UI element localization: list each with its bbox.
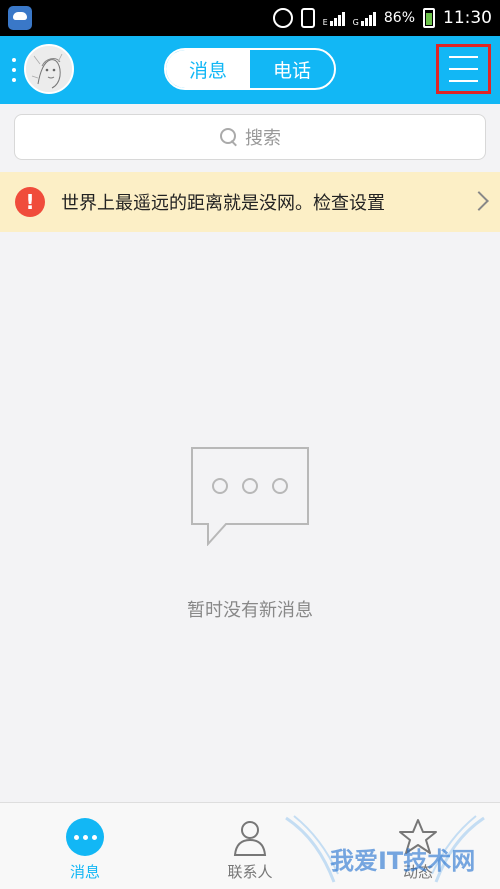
- weather-app-icon: [8, 6, 32, 30]
- search-input[interactable]: 搜索: [14, 114, 486, 160]
- network-notice-banner[interactable]: ! 世界上最遥远的距离就是没网。检查设置: [0, 172, 500, 232]
- signal-icon: [329, 10, 345, 26]
- notice-text: 世界上最遥远的距离就是没网。检查设置: [61, 193, 385, 214]
- tab-messages[interactable]: 消息: [166, 50, 250, 88]
- app-header: 消息 电话: [0, 36, 500, 104]
- more-dots-icon[interactable]: [12, 58, 17, 82]
- network-type-label: G: [352, 18, 359, 27]
- chevron-right-icon: [469, 191, 489, 211]
- chat-bubble-icon: [66, 818, 104, 856]
- alarm-icon: [272, 8, 293, 28]
- bottom-tab-label: 联系人: [227, 863, 273, 881]
- contacts-icon: [233, 821, 267, 856]
- empty-state-text: 暂时没有新消息: [187, 600, 313, 621]
- menu-button[interactable]: [436, 44, 491, 94]
- network-type-label: E: [322, 18, 328, 27]
- clock: 11:30: [443, 8, 492, 28]
- battery-icon: [423, 8, 435, 28]
- hamburger-line: [449, 56, 478, 58]
- status-icons: E G 86% 11:30: [272, 0, 492, 36]
- hamburger-line: [449, 68, 478, 70]
- avatar[interactable]: [24, 44, 74, 94]
- status-bar: E G 86% 11:30: [0, 0, 500, 36]
- battery-percent: 86%: [383, 10, 415, 26]
- search-placeholder: 搜索: [245, 128, 281, 149]
- watermark-text: 我爱IT技术网: [330, 847, 476, 875]
- search-icon: [219, 127, 239, 147]
- warning-icon: !: [15, 187, 45, 217]
- avatar-sketch-icon: [26, 46, 72, 92]
- tab-calls[interactable]: 电话: [250, 50, 334, 88]
- bottom-tab-messages[interactable]: 消息: [35, 817, 135, 887]
- bottom-tab-label: 消息: [69, 863, 100, 881]
- empty-chat-icon: [191, 447, 309, 546]
- vibrate-icon: [300, 8, 315, 28]
- hamburger-line: [449, 80, 478, 82]
- signal-icon: [360, 10, 376, 26]
- header-tab-switch: 消息 电话: [164, 48, 336, 90]
